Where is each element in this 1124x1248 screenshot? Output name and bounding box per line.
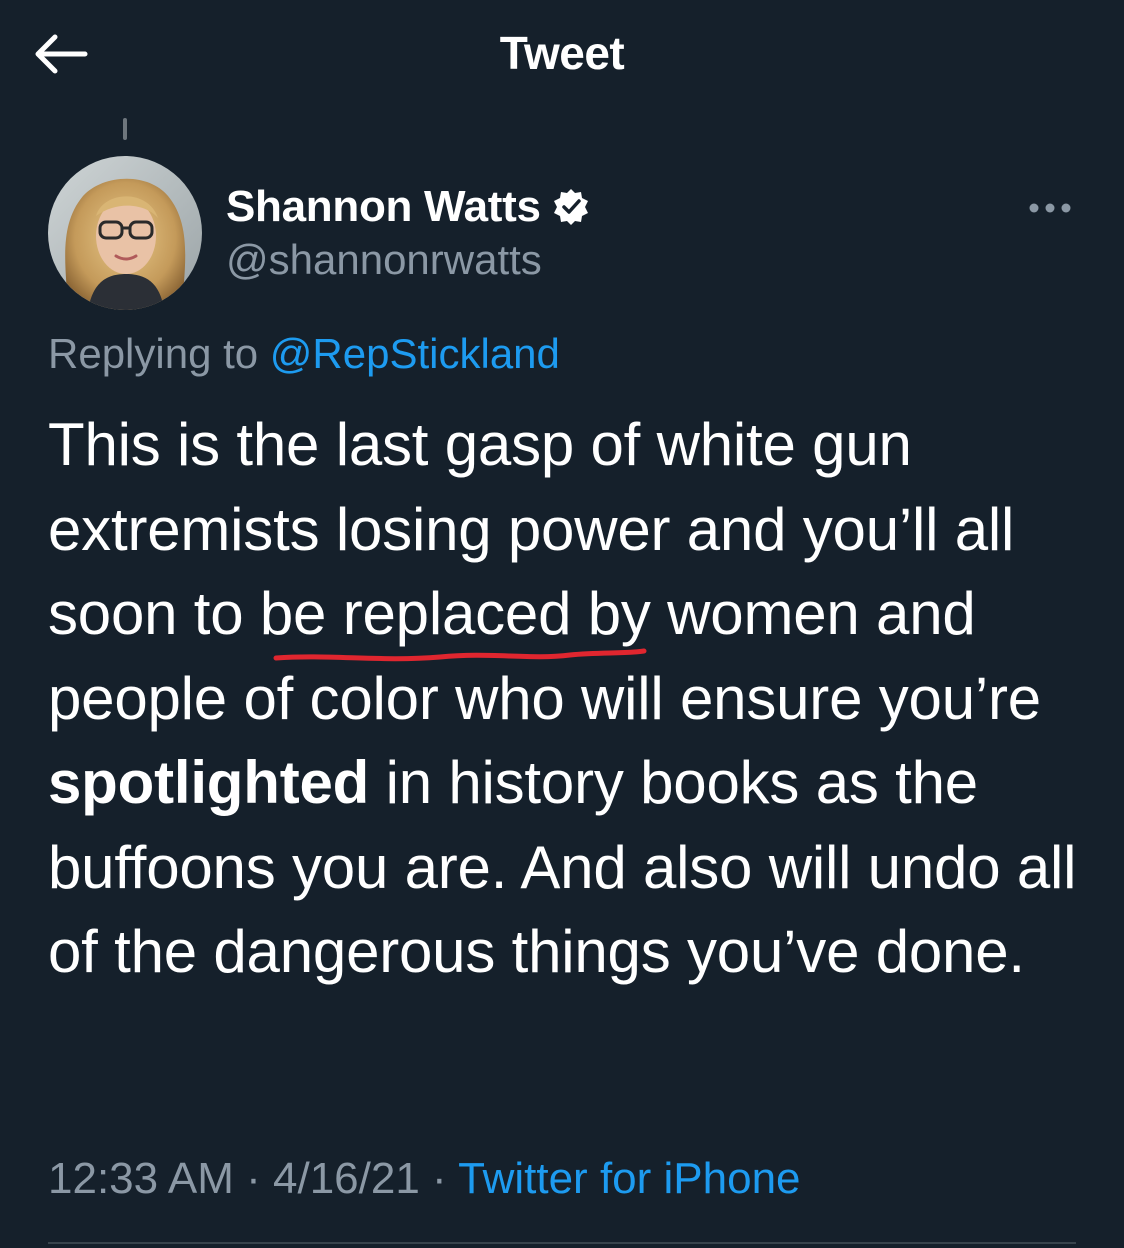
red-underline-annotation: [273, 648, 647, 662]
tweet-time: 12:33 AM: [48, 1154, 234, 1203]
avatar[interactable]: [48, 156, 202, 310]
more-horizontal-icon: [1029, 203, 1071, 213]
reply-mention-link[interactable]: @RepStickland: [270, 330, 560, 377]
display-name-row: Shannon Watts: [226, 178, 591, 236]
tweet-metadata: 12:33 AM · 4/16/21 · Twitter for iPhone: [48, 1154, 801, 1204]
thread-connector-line: [123, 118, 127, 140]
avatar-image: [48, 156, 202, 310]
author-info: Shannon Watts @shannonrwatts: [226, 178, 591, 284]
more-options-button[interactable]: [1020, 190, 1080, 226]
tweet-source-link[interactable]: Twitter for iPhone: [458, 1154, 800, 1203]
divider: [48, 1242, 1076, 1244]
display-name[interactable]: Shannon Watts: [226, 182, 541, 232]
reply-context: Replying to @RepStickland: [48, 330, 560, 378]
meta-separator: ·: [233, 1154, 274, 1203]
verified-badge-icon: [553, 189, 588, 225]
tweet-text-part1: This is the last gasp of white gun extre…: [48, 411, 1041, 732]
top-header: Tweet: [0, 0, 1124, 110]
tweet-text-bold: spotlighted: [48, 749, 370, 816]
meta-separator: ·: [419, 1154, 459, 1203]
author-handle[interactable]: @shannonrwatts: [226, 236, 591, 284]
tweet-date: 4/16/21: [273, 1154, 420, 1203]
tweet-text: This is the last gasp of white gun extre…: [48, 403, 1088, 995]
reply-prefix: Replying to: [48, 330, 270, 377]
page-title: Tweet: [499, 27, 625, 79]
